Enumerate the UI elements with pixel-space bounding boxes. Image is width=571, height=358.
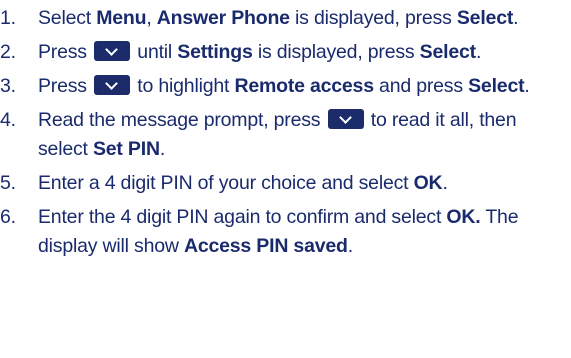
- step-text: Read the message prompt, press: [38, 109, 326, 131]
- step-2: 2. Press until Settings is displayed, pr…: [0, 38, 571, 67]
- step-number: 3.: [0, 75, 16, 97]
- settings-label: Settings: [177, 41, 253, 63]
- step-text: Press: [38, 41, 93, 63]
- step-6: 6. Enter the 4 digit PIN again to confir…: [0, 203, 571, 261]
- step-4: 4. Read the message prompt, press to rea…: [0, 106, 571, 164]
- step-number: 5.: [0, 172, 16, 194]
- step-number: 4.: [0, 109, 16, 131]
- step-text: Enter the 4 digit PIN again to confirm a…: [38, 206, 447, 228]
- step-text: .: [524, 75, 530, 97]
- step-5: 5. Enter a 4 digit PIN of your choice an…: [0, 169, 571, 198]
- step-1: 1. Select Menu, Answer Phone is displaye…: [0, 4, 571, 33]
- step-number: 2.: [0, 41, 16, 63]
- step-text: Enter a 4 digit PIN of your choice and s…: [38, 172, 414, 194]
- access-pin-saved-label: Access PIN saved: [183, 235, 348, 257]
- step-text: is displayed, press: [289, 7, 457, 29]
- step-text: .: [475, 41, 482, 63]
- step-3: 3. Press to highlight Remote access and …: [0, 72, 571, 101]
- step-text: .: [442, 172, 448, 194]
- down-arrow-key-icon: [94, 75, 131, 95]
- select-label: Select: [468, 75, 525, 97]
- step-text: ,: [146, 7, 157, 29]
- set-pin-label: Set PIN: [92, 138, 160, 160]
- step-number: 6.: [0, 206, 16, 228]
- select-label: Select: [419, 41, 476, 63]
- down-arrow-key-icon: [94, 41, 131, 61]
- step-text: to highlight: [132, 75, 235, 97]
- answer-phone-label: Answer Phone: [156, 7, 290, 29]
- instruction-steps: 1. Select Menu, Answer Phone is displaye…: [0, 4, 571, 266]
- step-text: Select: [38, 7, 97, 29]
- select-label: Select: [456, 7, 514, 29]
- step-text: Press: [38, 75, 93, 97]
- ok-label: OK.: [446, 206, 481, 228]
- step-text: is displayed, press: [252, 41, 420, 63]
- remote-access-label: Remote access: [234, 75, 374, 97]
- ok-label: OK: [413, 172, 443, 194]
- menu-label: Menu: [96, 7, 147, 29]
- step-text: .: [159, 138, 166, 160]
- step-text: until: [132, 41, 178, 63]
- step-text: .: [347, 235, 353, 257]
- step-text: and press: [373, 75, 469, 97]
- step-text: .: [513, 7, 519, 29]
- step-number: 1.: [0, 7, 16, 29]
- down-arrow-key-icon: [327, 109, 364, 129]
